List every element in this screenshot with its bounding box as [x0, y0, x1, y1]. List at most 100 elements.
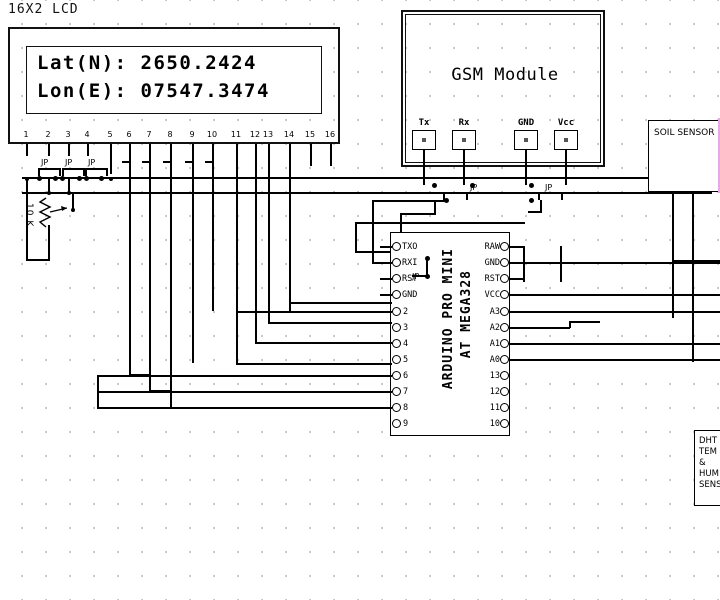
jumper-leg-lcd-3b: [106, 168, 108, 176]
gsm-route-1: [434, 200, 436, 214]
gsm-bus-into-arduino: [355, 251, 391, 253]
lcd-pin-num-13: 13: [262, 130, 274, 139]
arduino-pin-gnd-right[interactable]: [499, 257, 509, 267]
pot-value-label: 10 K: [24, 203, 34, 228]
lcd-pin-wire-14: [289, 144, 291, 302]
lcd-pin-num-5: 5: [107, 130, 113, 139]
arduino-pin-label-d11: 11: [489, 403, 500, 413]
arduino-pin-label-d9: 9: [403, 419, 409, 429]
gsm-module-title: GSM Module: [451, 65, 559, 85]
arduino-pin-label-d6: 6: [403, 371, 409, 381]
gsm-term-4: [528, 182, 534, 188]
arduino-pin-d4[interactable]: [391, 338, 401, 348]
arduino-pin-a2[interactable]: [499, 322, 509, 332]
arduino-jp-term-1: [424, 255, 430, 261]
arduino-wire-rst: [380, 278, 392, 280]
arduino-pin-d12[interactable]: [499, 386, 509, 396]
gsm-pad-vcc[interactable]: [554, 130, 578, 150]
schematic-canvas: 16X2 LCD Lat(N): 2650.2424 Lon(E): 07547…: [0, 0, 720, 600]
arduino-jp-term-2: [424, 273, 430, 279]
arduino-pin-a0[interactable]: [499, 354, 509, 364]
right-bus-riser: [560, 246, 562, 282]
arduino-bus-left-riser: [97, 375, 99, 407]
lcd-pin-num-1: 1: [23, 130, 29, 139]
arduino-pin-d11[interactable]: [499, 402, 509, 412]
right-bus-a2-link: [570, 321, 600, 323]
arduino-pin-d9[interactable]: [391, 418, 401, 428]
arduino-pin-raw[interactable]: [499, 241, 509, 251]
arduino-pin-d5[interactable]: [391, 354, 401, 364]
arduino-pin-gnd-left[interactable]: [391, 289, 401, 299]
lcd-text-line-1: Lat(N): 2650.2424: [37, 52, 257, 74]
arduino-bus-d8: [97, 391, 392, 393]
arduino-pin-label-d2: 2: [403, 307, 409, 317]
lcd-pin-num-14: 14: [283, 130, 295, 139]
lcd-pin-num-9: 9: [189, 130, 195, 139]
arduino-pin-rxi[interactable]: [391, 257, 401, 267]
arduino-pin-d8[interactable]: [391, 402, 401, 412]
arduino-pin-label-rst-right: RST: [484, 274, 500, 284]
jumper-label-lcd-1: JP: [41, 158, 49, 167]
lcd-pin-num-11: 11: [230, 130, 242, 139]
arduino-pin-vcc[interactable]: [499, 289, 509, 299]
lcd-pin-wire-4: [87, 144, 89, 156]
arduino-pin-d10[interactable]: [499, 418, 509, 428]
lcd-pin-num-6: 6: [126, 130, 132, 139]
right-bus-a2: [510, 327, 570, 329]
arduino-pin-d13[interactable]: [499, 370, 509, 380]
jumper-bar-gsm-2: [538, 192, 562, 194]
lcd-d-line-8: [170, 161, 172, 407]
gsm-term-3: [469, 182, 475, 188]
gsm-pad-tx[interactable]: [412, 130, 436, 150]
dht-label-line-3: &: [699, 458, 706, 468]
arduino-bus-d2: [236, 311, 392, 313]
lcd-title-label: 16X2 LCD: [8, 2, 79, 17]
junction-pin5-rail: [108, 176, 113, 181]
arduino-pin-d3[interactable]: [391, 322, 401, 332]
right-bus-a0: [510, 359, 720, 361]
arduino-bus-d6: [236, 363, 392, 365]
right-bus-raw-drop: [523, 246, 525, 282]
lcd-d-line-9: [192, 161, 194, 363]
arduino-pin-a1[interactable]: [499, 338, 509, 348]
gsm-pad-gnd[interactable]: [514, 130, 538, 150]
gsm-pad-label-vcc: Vcc: [557, 118, 575, 128]
arduino-pin-d7[interactable]: [391, 386, 401, 396]
right-bus-gnd: [510, 262, 720, 264]
arduino-wire-gnd: [380, 294, 392, 296]
lcd-pin-num-7: 7: [146, 130, 152, 139]
arduino-pin-d6[interactable]: [391, 370, 401, 380]
gsm-route-4: [372, 200, 448, 202]
pot-wiper-wire: [72, 192, 74, 210]
arduino-pin-label-d7: 7: [403, 387, 409, 397]
pot-feed-wire-a: [48, 178, 50, 194]
gsm-tx-wire: [423, 150, 425, 185]
potentiometer-symbol: [38, 197, 68, 228]
arduino-pin-d2[interactable]: [391, 306, 401, 316]
lcd-pin-wire-6: [129, 144, 131, 162]
gsm-pad-label-gnd: GND: [517, 118, 535, 128]
dht-label-line-4: HUM: [699, 469, 719, 479]
gsm-pad-label-tx: Tx: [418, 118, 430, 128]
lcd-pin-wire-2: [48, 144, 50, 156]
pot-feed-wire-b: [68, 178, 70, 194]
right-bus-vcc: [510, 294, 720, 296]
jumper-leg-lcd-3a: [85, 168, 87, 176]
arduino-pin-label-d8: 8: [403, 403, 409, 413]
secondary-rail-wire: [22, 192, 712, 194]
arduino-pin-rst-right[interactable]: [499, 273, 509, 283]
arduino-pin-a3[interactable]: [499, 306, 509, 316]
lcd-pin-num-2: 2: [45, 130, 51, 139]
gsm-pad-rx[interactable]: [452, 130, 476, 150]
arduino-pin-rst-left[interactable]: [391, 273, 401, 283]
lcd-d-line-10: [212, 161, 214, 311]
lcd-pin-wire-9: [192, 144, 194, 162]
lcd-pin-wire-1: [26, 144, 28, 156]
gsm-term-5: [528, 197, 534, 203]
lcd-pin-wire-13: [268, 144, 270, 322]
gsm-route-8: [528, 211, 542, 213]
lcd-pin-wire-10: [212, 144, 214, 162]
jumper-bar-gsm-1: [443, 192, 467, 194]
jumper-label-arduino: JP: [412, 272, 420, 281]
arduino-pin-txo[interactable]: [391, 241, 401, 251]
